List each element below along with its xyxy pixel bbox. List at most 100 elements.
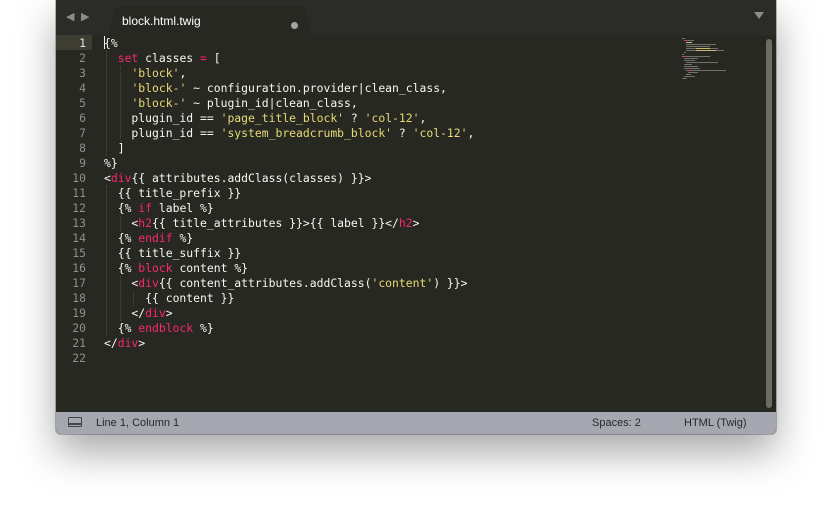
- text-token: content %}: [172, 261, 249, 275]
- code-line[interactable]: plugin_id == 'page_title_block' ? 'col-1…: [104, 111, 426, 126]
- line-number: 15: [72, 246, 86, 260]
- indentation-setting[interactable]: Spaces: 2: [592, 417, 641, 429]
- code-line[interactable]: set classes = [: [104, 51, 221, 66]
- line-number: 9: [79, 156, 86, 170]
- minimap[interactable]: [682, 37, 742, 87]
- text-token: >: [412, 216, 420, 230]
- string-token: 'col-12': [364, 111, 420, 125]
- code-editor[interactable]: 1 2 3 4 5 6 7 8 9 10 11 12 13 14 15 16 17 18 19 20 21 22 {% s…: [56, 35, 776, 412]
- line-number: 16: [72, 261, 86, 275]
- indent-guide: [106, 186, 108, 336]
- line-gutter: 1 2 3 4 5 6 7 8 9 10 11 12 13 14 15 16 17 18 19 20 21 22: [56, 35, 92, 412]
- code-line[interactable]: 'block-' ~ plugin_id|clean_class,: [104, 96, 358, 111]
- syntax-selector[interactable]: HTML (Twig): [684, 417, 747, 429]
- text-token: >: [138, 336, 146, 350]
- code-line[interactable]: {{ content }}: [104, 291, 234, 306]
- code-line[interactable]: </div>: [104, 336, 145, 351]
- code-line[interactable]: {{ title_prefix }}: [104, 186, 241, 201]
- panel-toggle-icon[interactable]: [68, 417, 82, 427]
- line-number: 3: [79, 66, 86, 80]
- line-number: 6: [79, 111, 86, 125]
- line-number: 22: [72, 351, 86, 365]
- code-line[interactable]: {%: [104, 36, 118, 51]
- tag-token: div: [138, 276, 159, 290]
- text-token: {%: [104, 201, 139, 215]
- text-token: label %}: [152, 201, 214, 215]
- code-line[interactable]: <h2{{ title_attributes }}>{{ label }}</h…: [104, 216, 419, 231]
- code-line[interactable]: <div{{ attributes.addClass(classes) }}>: [104, 171, 371, 186]
- line-number: 7: [79, 126, 86, 140]
- line-number: 13: [72, 216, 86, 230]
- code-line[interactable]: {{ title_suffix }}: [104, 246, 241, 261]
- line-number: 20: [72, 321, 86, 335]
- vertical-scrollbar[interactable]: [766, 39, 772, 408]
- line-number: 8: [79, 141, 86, 155]
- string-token: 'page_title_block': [220, 111, 345, 125]
- string-token: 'block-': [131, 96, 187, 110]
- text-token: >: [165, 306, 173, 320]
- text-token: %}: [193, 321, 214, 335]
- tab-dropdown-icon[interactable]: [754, 12, 764, 19]
- tab-bar: ◀ ▶ block.html.twig: [56, 0, 776, 36]
- code-line[interactable]: plugin_id == 'system_breadcrumb_block' ?…: [104, 126, 474, 141]
- text-cursor: [104, 36, 105, 49]
- string-token: 'block-': [131, 81, 187, 95]
- tag-token: h2: [138, 216, 153, 230]
- string-token: 'system_breadcrumb_block': [220, 126, 393, 140]
- keyword-token: endif: [138, 231, 173, 245]
- text-token: ~ plugin_id|clean_class,: [186, 96, 358, 110]
- code-line[interactable]: {% endif %}: [104, 231, 193, 246]
- text-token: {{ attributes.addClass(classes) }}>: [131, 171, 372, 185]
- keyword-token: set: [117, 51, 139, 65]
- keyword-token: endblock: [138, 321, 194, 335]
- line-number: 11: [72, 186, 86, 200]
- text-token: %}: [104, 156, 118, 170]
- text-token: {{ content }}: [104, 291, 235, 305]
- line-number: 2: [79, 51, 86, 65]
- text-token: {%: [104, 36, 118, 50]
- line-number: 1: [79, 36, 86, 50]
- code-line[interactable]: %}: [104, 156, 118, 171]
- tag-token: div: [117, 336, 139, 350]
- back-arrow-icon[interactable]: ◀: [66, 10, 76, 24]
- indent-guide: [119, 66, 122, 141]
- code-line[interactable]: 'block-' ~ configuration.provider|clean_…: [104, 81, 446, 96]
- string-token: 'content': [371, 276, 434, 290]
- text-token: ?: [344, 111, 365, 125]
- editor-window: ◀ ▶ block.html.twig 1 2 3 4 5 6 7 8 9 10 11 12 13 14 1…: [56, 0, 776, 434]
- code-line[interactable]: </div>: [104, 306, 173, 321]
- nav-arrows: ◀ ▶: [66, 10, 91, 24]
- text-token: [: [206, 51, 221, 65]
- code-line[interactable]: {% block content %}: [104, 261, 248, 276]
- code-line[interactable]: 'block',: [104, 66, 186, 81]
- tab-block-html-twig[interactable]: block.html.twig: [106, 6, 316, 36]
- code-line[interactable]: {% endblock %}: [104, 321, 214, 336]
- line-number: 10: [72, 171, 86, 185]
- string-token: 'col-12': [412, 126, 468, 140]
- current-line-highlight: [56, 35, 92, 50]
- line-number: 18: [72, 291, 86, 305]
- tag-token: div: [110, 171, 132, 185]
- cursor-position[interactable]: Line 1, Column 1: [96, 417, 179, 429]
- code-line[interactable]: {% if label %}: [104, 201, 214, 216]
- text-token: ?: [392, 126, 413, 140]
- text-token: </: [104, 336, 118, 350]
- text-token: </: [104, 306, 146, 320]
- line-number: 17: [72, 276, 86, 290]
- forward-arrow-icon[interactable]: ▶: [81, 10, 91, 24]
- code-line[interactable]: <div{{ content_attributes.addClass('cont…: [104, 276, 467, 291]
- line-number: 19: [72, 306, 86, 320]
- indent-guide: [119, 216, 122, 231]
- unsaved-dot-icon[interactable]: [291, 22, 298, 29]
- text-token: ,: [179, 66, 187, 80]
- keyword-token: =: [200, 51, 207, 65]
- text-token: ,: [467, 126, 475, 140]
- tag-token: div: [145, 306, 166, 320]
- text-token: {%: [104, 321, 139, 335]
- keyword-token: if: [138, 201, 153, 215]
- text-token: {{ title_attributes }}>{{ label }}</: [152, 216, 399, 230]
- line-number: 5: [79, 96, 86, 110]
- status-bar: Line 1, Column 1 Spaces: 2 HTML (Twig): [56, 412, 776, 434]
- text-token: {%: [104, 231, 139, 245]
